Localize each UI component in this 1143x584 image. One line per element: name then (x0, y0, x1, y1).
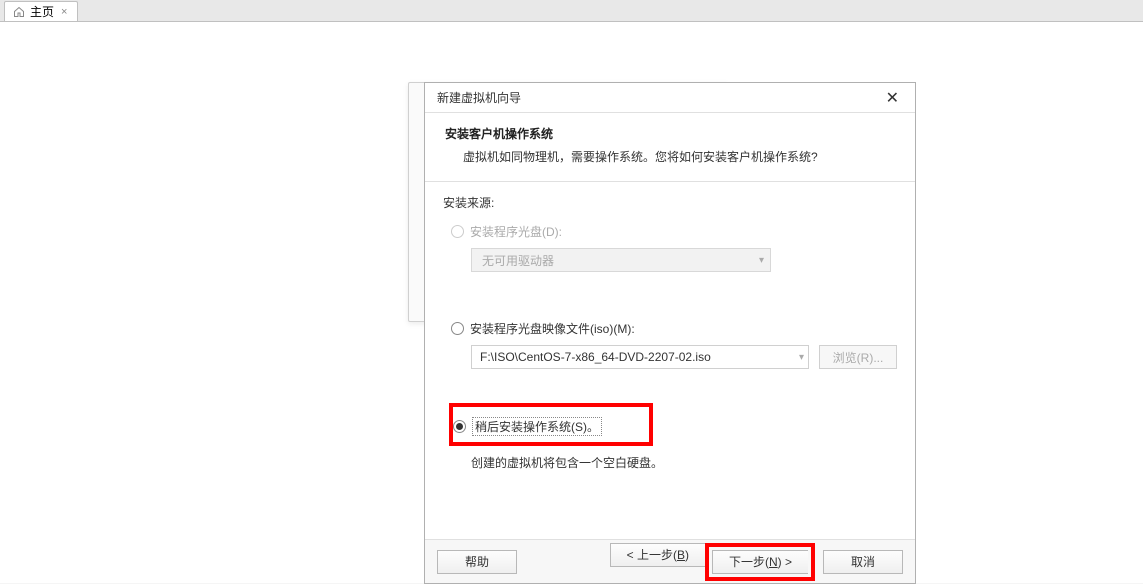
nav-button-group: < 上一步(B) 下一步(N) > (610, 543, 815, 581)
wizard-header: 安装客户机操作系统 虚拟机如同物理机，需要操作系统。您将如何安装客户机操作系统? (425, 113, 915, 182)
wizard-title: 新建虚拟机向导 (437, 89, 521, 106)
radio-group-install-source: 安装程序光盘(D): 无可用驱动器 ▾ 安装程序光盘映像文件(iso)(M): … (443, 223, 897, 471)
wizard-footer: 帮助 < 上一步(B) 下一步(N) > 取消 (425, 539, 915, 583)
radio-label-disc: 安装程序光盘(D): (470, 223, 562, 240)
back-button[interactable]: < 上一步(B) (610, 543, 705, 567)
radio-option-disc: 安装程序光盘(D): (451, 223, 897, 240)
radio-option-later[interactable]: 稍后安装操作系统(S)。 (453, 417, 635, 436)
tab-label: 主页 (30, 3, 54, 20)
tab-bar: 主页 × (0, 0, 1143, 22)
cancel-button[interactable]: 取消 (823, 550, 903, 574)
chevron-down-icon: ▾ (759, 255, 764, 266)
tab-home[interactable]: 主页 × (4, 1, 78, 21)
wizard-header-desc: 虚拟机如同物理机，需要操作系统。您将如何安装客户机操作系统? (445, 148, 895, 165)
radio-icon (453, 420, 466, 433)
chevron-down-icon: ▾ (799, 352, 804, 363)
highlight-next: 下一步(N) > (705, 543, 815, 581)
browse-button: 浏览(R)... (819, 345, 897, 369)
content-area: 新建虚拟机向导 ✕ 安装客户机操作系统 虚拟机如同物理机，需要操作系统。您将如何… (0, 22, 1143, 583)
new-vm-wizard-dialog: 新建虚拟机向导 ✕ 安装客户机操作系统 虚拟机如同物理机，需要操作系统。您将如何… (424, 82, 916, 584)
next-button[interactable]: 下一步(N) > (712, 550, 808, 574)
install-source-label: 安装来源: (443, 194, 897, 211)
iso-path-input[interactable]: F:\ISO\CentOS-7-x86_64-DVD-2207-02.iso ▾ (471, 345, 809, 369)
iso-path-value: F:\ISO\CentOS-7-x86_64-DVD-2207-02.iso (480, 350, 711, 364)
radio-icon (451, 322, 464, 335)
radio-label-later: 稍后安装操作系统(S)。 (472, 417, 602, 436)
wizard-header-title: 安装客户机操作系统 (445, 125, 895, 142)
radio-icon (451, 225, 464, 238)
highlight-install-later: 稍后安装操作系统(S)。 (449, 403, 653, 446)
later-description: 创建的虚拟机将包含一个空白硬盘。 (471, 454, 897, 471)
disc-drive-select: 无可用驱动器 ▾ (471, 248, 771, 272)
disc-drive-value: 无可用驱动器 (482, 252, 554, 269)
wizard-body: 安装来源: 安装程序光盘(D): 无可用驱动器 ▾ 安装程序光盘映像文件(iso… (425, 182, 915, 539)
close-icon[interactable]: ✕ (878, 86, 907, 110)
radio-label-iso: 安装程序光盘映像文件(iso)(M): (470, 320, 635, 337)
home-icon (13, 6, 25, 18)
tab-close-icon[interactable]: × (59, 6, 69, 18)
iso-path-row: F:\ISO\CentOS-7-x86_64-DVD-2207-02.iso ▾… (471, 345, 897, 369)
help-button[interactable]: 帮助 (437, 550, 517, 574)
wizard-titlebar: 新建虚拟机向导 ✕ (425, 83, 915, 113)
radio-option-iso[interactable]: 安装程序光盘映像文件(iso)(M): (451, 320, 897, 337)
